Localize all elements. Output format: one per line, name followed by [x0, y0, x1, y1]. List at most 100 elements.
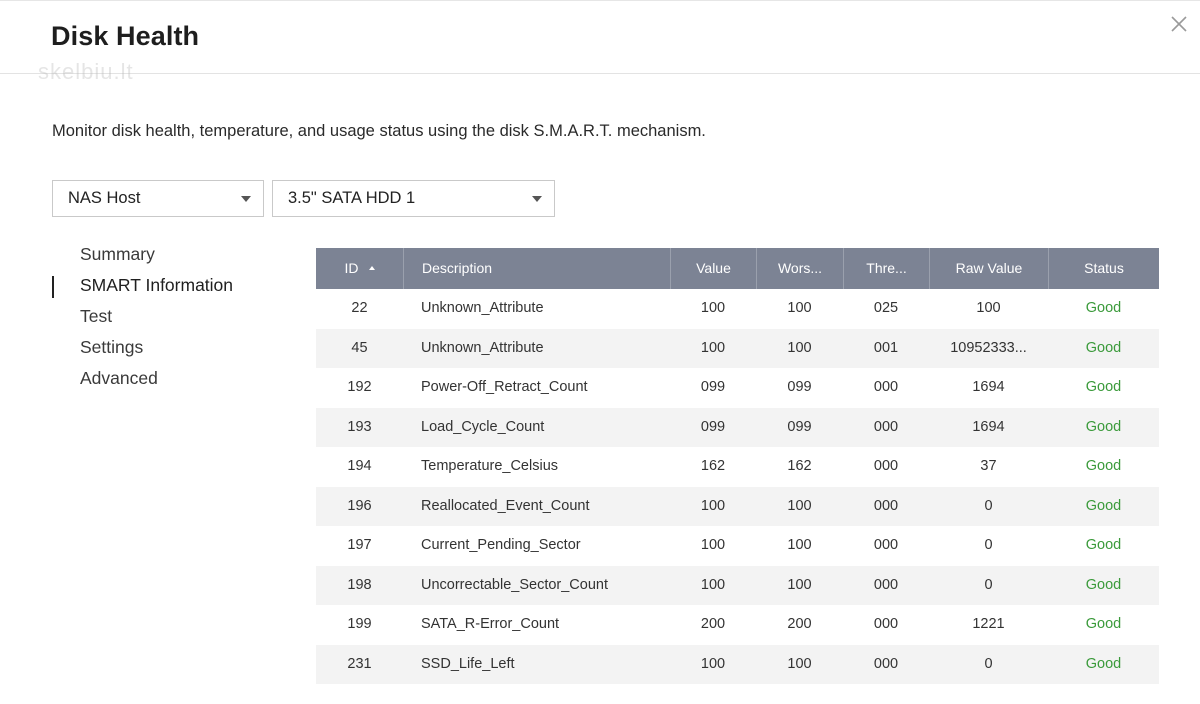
- cell-raw: 100: [976, 300, 1001, 316]
- cell-threshold: 000: [873, 418, 899, 435]
- column-header-worst[interactable]: Wors...: [756, 248, 843, 289]
- cell-description: Unknown_Attribute: [421, 339, 544, 356]
- nav-item-advanced[interactable]: Advanced: [52, 365, 282, 396]
- table-row[interactable]: 45 Unknown_Attribute 100 100 001 10952333... G…: [316, 328, 1159, 368]
- column-header-status[interactable]: Status: [1048, 248, 1159, 289]
- cell-description: Unknown_Attribute: [421, 300, 544, 316]
- nav-item-summary[interactable]: Summary: [52, 241, 282, 272]
- column-header-description[interactable]: Description: [403, 248, 670, 289]
- cell-value: 099: [700, 379, 726, 395]
- cell-id: 194: [347, 458, 372, 474]
- cell-worst: 100: [787, 339, 812, 356]
- table-row[interactable]: 196 Reallocated_Event_Count 100 100 000 0 Good: [316, 486, 1159, 526]
- cell-worst: 099: [787, 379, 812, 395]
- table-row[interactable]: 192 Power-Off_Retract_Count 099 099 000 1694 G…: [316, 368, 1159, 408]
- cell-worst: 200: [787, 616, 812, 632]
- close-button[interactable]: [1168, 13, 1190, 35]
- table-row[interactable]: 194 Temperature_Celsius 162 162 000 37 Good: [316, 447, 1159, 487]
- cell-status: Good: [1085, 576, 1122, 593]
- cell-id: 196: [347, 497, 372, 514]
- dialog-title: Disk Health: [51, 21, 200, 51]
- active-indicator: [52, 276, 54, 298]
- nav-item-label: Settings: [80, 337, 144, 357]
- cell-status: Good: [1085, 655, 1122, 672]
- cell-threshold: 000: [873, 616, 899, 632]
- disk-select-value: 3.5" SATA HDD 1: [288, 189, 416, 207]
- cell-worst: 100: [787, 300, 812, 316]
- cell-description: Reallocated_Event_Count: [421, 497, 590, 514]
- column-header-label: Value: [696, 260, 731, 276]
- column-header-id[interactable]: ID: [316, 248, 403, 289]
- cell-threshold: 000: [873, 497, 899, 514]
- column-header-raw-value[interactable]: Raw Value: [929, 248, 1048, 289]
- cell-raw: 1694: [972, 418, 1005, 435]
- table-row[interactable]: 231 SSD_Life_Left 100 100 000 0 Good: [316, 644, 1159, 684]
- cell-description: Current_Pending_Sector: [421, 537, 581, 553]
- cell-id: 231: [347, 655, 372, 672]
- cell-raw: 0: [984, 576, 993, 593]
- table-row[interactable]: 22 Unknown_Attribute 100 100 025 100 Good: [316, 289, 1159, 329]
- cell-value: 100: [700, 300, 726, 316]
- disk-select[interactable]: 3.5" SATA HDD 1: [272, 180, 555, 217]
- cell-threshold: 000: [873, 537, 899, 553]
- cell-raw: 1694: [972, 379, 1005, 395]
- cell-value: 100: [700, 497, 726, 514]
- cell-raw: 37: [980, 458, 997, 474]
- cell-worst: 100: [787, 497, 812, 514]
- cell-id: 192: [347, 379, 372, 395]
- nav-item-smart-information[interactable]: SMART Information: [52, 272, 282, 303]
- cell-value: 162: [700, 458, 726, 474]
- cell-status: Good: [1085, 379, 1122, 395]
- cell-status: Good: [1085, 300, 1122, 316]
- cell-worst: 100: [787, 537, 812, 553]
- cell-threshold: 025: [873, 300, 899, 316]
- cell-worst: 100: [787, 655, 812, 672]
- column-header-label: Wors...: [777, 260, 823, 276]
- cell-value: 200: [700, 616, 726, 632]
- cell-value: 100: [700, 339, 726, 356]
- cell-raw: 0: [984, 537, 993, 553]
- host-select-value: NAS Host: [68, 189, 141, 207]
- column-header-label: Status: [1084, 260, 1124, 276]
- nav-item-label: Test: [80, 306, 113, 326]
- column-header-label: Raw Value: [955, 260, 1023, 276]
- table-header: ID Description Value Wors... Thre... Raw…: [316, 248, 1159, 289]
- table-row[interactable]: 199 SATA_R-Error_Count 200 200 000 1221 Good: [316, 605, 1159, 645]
- cell-id: 197: [347, 537, 372, 553]
- table-row[interactable]: 193 Load_Cycle_Count 099 099 000 1694 Good: [316, 407, 1159, 447]
- cell-description: Load_Cycle_Count: [421, 418, 545, 435]
- cell-id: 45: [351, 339, 368, 356]
- cell-id: 198: [347, 576, 372, 593]
- cell-description: Uncorrectable_Sector_Count: [421, 576, 608, 593]
- cell-status: Good: [1085, 339, 1122, 356]
- column-header-label: Thre...: [866, 260, 907, 276]
- cell-raw: 10952333...: [950, 339, 1027, 356]
- table-row[interactable]: 197 Current_Pending_Sector 100 100 000 0 Good: [316, 526, 1159, 566]
- table-body: 22 Unknown_Attribute 100 100 025 100 Good 45 Unk…: [316, 289, 1159, 684]
- column-header-label: ID: [344, 260, 359, 276]
- table-row[interactable]: 198 Uncorrectable_Sector_Count 100 100 000 0 G…: [316, 565, 1159, 605]
- host-select[interactable]: NAS Host: [52, 180, 264, 217]
- cell-threshold: 000: [873, 655, 899, 672]
- cell-value: 100: [700, 576, 726, 593]
- side-nav: Summary SMART Information Test Settings …: [52, 241, 282, 396]
- column-header-value[interactable]: Value: [670, 248, 756, 289]
- cell-status: Good: [1085, 616, 1122, 632]
- nav-item-test[interactable]: Test: [52, 303, 282, 334]
- cell-status: Good: [1085, 418, 1122, 435]
- cell-worst: 162: [787, 458, 812, 474]
- smart-table: ID Description Value Wors... Thre... Raw…: [316, 248, 1159, 684]
- cell-status: Good: [1085, 497, 1122, 514]
- cell-threshold: 000: [873, 458, 899, 474]
- dialog-description: Monitor disk health, temperature, and us…: [52, 122, 706, 140]
- cell-value: 100: [700, 655, 726, 672]
- nav-item-settings[interactable]: Settings: [52, 334, 282, 365]
- nav-item-label: SMART Information: [80, 275, 234, 295]
- cell-worst: 099: [787, 418, 812, 435]
- cell-id: 193: [347, 418, 372, 435]
- column-header-threshold[interactable]: Thre...: [843, 248, 929, 289]
- cell-value: 100: [700, 537, 726, 553]
- column-header-label: Description: [422, 260, 493, 276]
- cell-worst: 100: [787, 576, 812, 593]
- dialog-header: Disk Health skelbiu.lt: [0, 1, 1200, 84]
